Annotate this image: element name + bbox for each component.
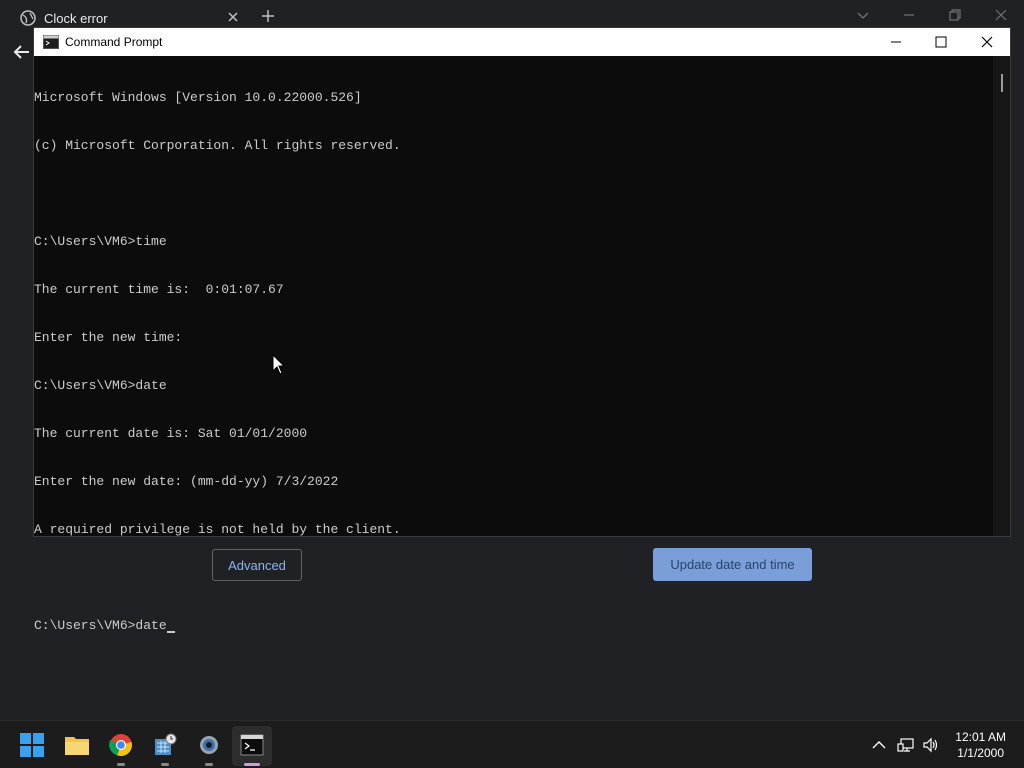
cmd-title: Command Prompt — [65, 35, 163, 49]
calculator-icon[interactable] — [151, 731, 179, 759]
new-tab-icon[interactable] — [260, 8, 276, 24]
console-line: Enter the new date: (mm-dd-yy) 7/3/2022 — [34, 474, 339, 489]
tab-close-icon[interactable] — [226, 10, 240, 24]
volume-icon[interactable] — [922, 737, 940, 753]
cmd-close-icon[interactable] — [979, 34, 995, 50]
console-output[interactable]: Microsoft Windows [Version 10.0.22000.52… — [34, 58, 994, 633]
restore-icon[interactable] — [946, 6, 964, 24]
console-line: Enter the new time: — [34, 330, 183, 345]
cmd-maximize-icon[interactable] — [933, 34, 949, 50]
console-line: A required privilege is not held by the … — [34, 522, 401, 537]
cmd-scrollbar[interactable] — [993, 56, 1010, 536]
command-prompt-window[interactable]: Command Prompt Microsoft Windows [Versio… — [33, 27, 1011, 633]
cmd-app-icon — [43, 35, 59, 49]
minimize-icon[interactable] — [900, 6, 918, 24]
taskbar: 12:01 AM 1/1/2000 — [0, 720, 1024, 768]
tab-search-icon[interactable] — [854, 6, 872, 24]
terminal-active-indicator — [244, 763, 260, 766]
console-line: The current time is: 0:01:07.67 — [34, 282, 284, 297]
console-line: C:\Users\VM6>date — [34, 378, 167, 393]
tab-title: Clock error — [44, 10, 108, 26]
globe-icon — [20, 10, 36, 26]
chrome-icon[interactable] — [107, 731, 135, 759]
settings-icon[interactable] — [195, 731, 223, 759]
console-line: The current date is: Sat 01/01/2000 — [34, 426, 308, 441]
calendar-running-indicator — [161, 763, 169, 766]
taskbar-clock[interactable]: 12:01 AM 1/1/2000 — [955, 729, 1006, 761]
scrollbar-thumb[interactable] — [1001, 74, 1003, 92]
cmd-minimize-icon[interactable] — [888, 34, 904, 50]
terminal-icon[interactable] — [238, 731, 266, 759]
clock-date: 1/1/2000 — [957, 746, 1004, 760]
close-icon[interactable] — [992, 6, 1010, 24]
cmd-titlebar[interactable]: Command Prompt — [34, 28, 1010, 56]
console-prompt-line[interactable]: C:\Users\VM6>date — [34, 618, 994, 634]
chrome-running-indicator — [117, 763, 125, 766]
file-explorer-icon[interactable] — [63, 731, 91, 759]
back-arrow-icon[interactable] — [12, 42, 32, 62]
start-icon[interactable] — [18, 731, 46, 759]
mouse-pointer-icon — [272, 354, 286, 375]
settings-running-indicator — [205, 763, 213, 766]
console-line: (c) Microsoft Corporation. All rights re… — [34, 138, 401, 153]
text-cursor — [166, 631, 175, 633]
clock-time: 12:01 AM — [955, 730, 1006, 744]
console-line: Microsoft Windows [Version 10.0.22000.52… — [34, 90, 362, 105]
console-line: C:\Users\VM6>time — [34, 234, 167, 249]
console-prompt: C:\Users\VM6>date — [34, 618, 167, 633]
chevron-up-icon[interactable] — [870, 737, 888, 753]
network-icon[interactable] — [897, 737, 915, 753]
